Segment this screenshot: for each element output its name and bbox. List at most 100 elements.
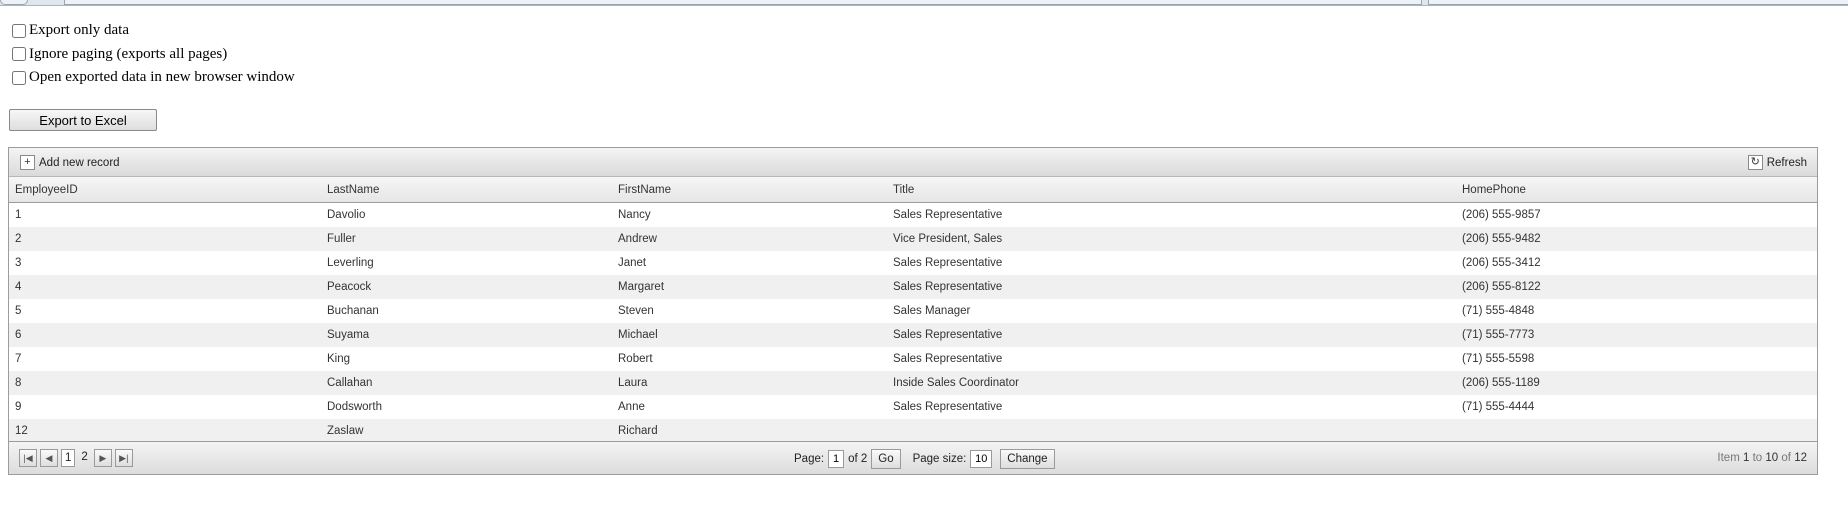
cell-lastname: King [327, 353, 351, 365]
cell-title: Inside Sales Coordinator [887, 371, 1456, 395]
plus-icon: + [20, 155, 35, 170]
cell-employeeid: 6 [9, 323, 321, 347]
cell-employeeid: 8 [9, 371, 321, 395]
table-row[interactable]: 12 Zaslaw Richard [9, 419, 1817, 443]
browser-address-bar-edge[interactable] [64, 0, 1422, 5]
info-of-label: of [1781, 452, 1791, 464]
refresh-icon: ↻ [1747, 155, 1763, 170]
cell-title [887, 419, 1456, 443]
column-header-homephone[interactable]: HomePhone [1456, 177, 1817, 203]
table-row[interactable]: 7 King Robert Sales Representative (71) … [9, 347, 1817, 371]
cell-firstname: Michael [612, 323, 887, 347]
cell-homephone: (71) 555-7773 [1456, 323, 1817, 347]
table-row[interactable]: 5 Buchanan Steven Sales Manager (71) 555… [9, 299, 1817, 323]
cell-homephone: (206) 555-1189 [1456, 371, 1817, 395]
page-number-input[interactable] [828, 450, 845, 468]
pager-controls: Page: of 2 Go Page size: Change [794, 449, 1067, 469]
table-row[interactable]: 3 Leverling Janet Sales Representative (… [9, 251, 1817, 275]
refresh-label: Refresh [1766, 156, 1807, 169]
column-header-title[interactable]: Title [887, 177, 1456, 203]
open-new-window-checkbox[interactable] [12, 70, 26, 85]
cell-title: Sales Representative [893, 209, 1003, 221]
table-row[interactable]: 8 Callahan Laura Inside Sales Coordinato… [9, 371, 1817, 395]
cell-employeeid: 2 [9, 227, 321, 251]
page-size-label: Page size: [912, 453, 967, 465]
first-page-icon[interactable]: |◀ [19, 449, 37, 467]
grid-table: EmployeeID LastName FirstName Title Home… [9, 177, 1817, 443]
next-page-icon[interactable]: ▶ [93, 449, 112, 467]
cell-homephone: (71) 555-4444 [1462, 401, 1535, 413]
info-item-label: Item [1717, 452, 1740, 464]
last-page-icon[interactable]: ▶| [114, 449, 133, 467]
column-header-lastname[interactable]: LastName [321, 177, 612, 203]
info-total: 12 [1794, 452, 1807, 464]
add-new-record-button[interactable]: + Add new record [20, 155, 120, 170]
cell-homephone: (206) 555-9482 [1456, 227, 1817, 251]
cell-firstname: Anne [618, 401, 645, 413]
cell-homephone [1456, 419, 1817, 443]
option-ignore-paging[interactable]: Ignore paging (exports all pages) [12, 43, 295, 67]
cell-employeeid: 4 [9, 275, 321, 299]
add-new-record-label: Add new record [39, 156, 120, 169]
cell-title: Sales Manager [893, 305, 971, 317]
column-header-firstname[interactable]: FirstName [612, 177, 887, 203]
option-label: Open exported data in new browser window [29, 69, 295, 86]
go-button[interactable]: Go [871, 449, 901, 469]
browser-chrome-strip [0, 0, 1848, 6]
cell-homephone: (206) 555-3412 [1462, 257, 1541, 269]
browser-back-button-edge[interactable] [0, 0, 28, 5]
table-row[interactable]: 9 Dodsworth Anne Sales Representative (7… [9, 395, 1817, 419]
cell-firstname: Laura [612, 371, 887, 395]
export-to-excel-button[interactable]: Export to Excel [9, 109, 157, 131]
cell-firstname: Nancy [618, 209, 651, 221]
cell-title: Sales Representative [887, 323, 1456, 347]
cell-homephone: (71) 555-5598 [1462, 353, 1535, 365]
pager-item-info: Item 1 to 10 of 12 [1717, 452, 1807, 464]
cell-lastname: Leverling [327, 257, 374, 269]
page-number-2[interactable]: 2 [78, 449, 90, 467]
cell-lastname: Fuller [321, 227, 612, 251]
page-label: Page: [794, 453, 825, 465]
cell-employeeid: 5 [15, 305, 22, 317]
info-from: 1 [1743, 452, 1750, 464]
cell-employeeid: 12 [9, 419, 321, 443]
cell-employeeid: 7 [15, 353, 22, 365]
table-row[interactable]: 6 Suyama Michael Sales Representative (7… [9, 323, 1817, 347]
ignore-paging-checkbox[interactable] [12, 47, 26, 62]
grid-command-bar: + Add new record ↻ Refresh [9, 148, 1817, 177]
cell-firstname: Richard [612, 419, 887, 443]
cell-firstname: Robert [618, 353, 653, 365]
cell-lastname: Dodsworth [327, 401, 382, 413]
cell-employeeid: 1 [15, 209, 22, 221]
cell-homephone: (71) 555-4848 [1462, 305, 1535, 317]
table-row[interactable]: 2 Fuller Andrew Vice President, Sales (2… [9, 227, 1817, 251]
cell-lastname: Zaslaw [321, 419, 612, 443]
cell-firstname: Steven [618, 305, 654, 317]
cell-title: Vice President, Sales [887, 227, 1456, 251]
cell-employeeid: 9 [15, 401, 22, 413]
change-page-size-button[interactable]: Change [1000, 449, 1055, 469]
cell-lastname: Suyama [321, 323, 612, 347]
option-export-only-data[interactable]: Export only data [12, 19, 295, 43]
employees-grid: + Add new record ↻ Refresh EmployeeID La… [8, 147, 1818, 475]
option-label: Ignore paging (exports all pages) [29, 45, 228, 62]
page-size-input[interactable] [970, 450, 993, 468]
option-open-new-window[interactable]: Open exported data in new browser window [12, 66, 295, 90]
cell-lastname: Buchanan [327, 305, 379, 317]
cell-lastname: Davolio [327, 209, 366, 221]
column-header-employeeid[interactable]: EmployeeID [9, 177, 321, 203]
table-row[interactable]: 4 Peacock Margaret Sales Representative … [9, 275, 1817, 299]
previous-page-icon[interactable]: ◀ [40, 449, 58, 467]
cell-employeeid: 3 [15, 257, 22, 269]
table-row[interactable]: 1 Davolio Nancy Sales Representative (20… [9, 203, 1817, 228]
export-only-data-checkbox[interactable] [12, 23, 26, 38]
cell-firstname: Janet [618, 257, 647, 269]
cell-firstname: Andrew [612, 227, 887, 251]
browser-search-bar-edge[interactable] [1428, 0, 1848, 5]
grid-pager: |◀ ◀ 1 2 ▶ ▶| Page: of 2 Go Page size: C… [9, 441, 1817, 474]
cell-homephone: (206) 555-9857 [1462, 209, 1541, 221]
info-to: 10 [1765, 452, 1779, 464]
cell-firstname: Margaret [612, 275, 887, 299]
page-number-1[interactable]: 1 [61, 449, 76, 467]
refresh-button[interactable]: ↻ Refresh [1747, 155, 1807, 170]
